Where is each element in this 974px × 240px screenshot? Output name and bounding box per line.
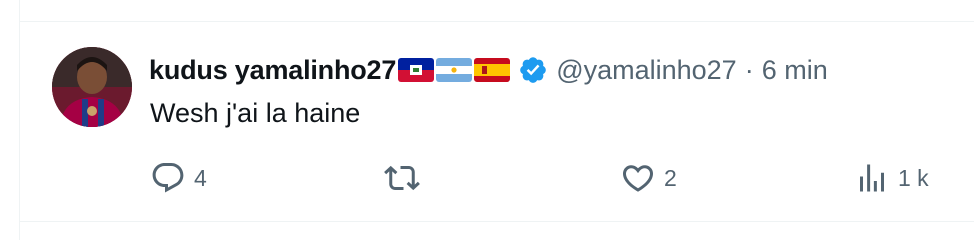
verified-badge-icon[interactable] (518, 55, 548, 85)
action-bar: 4 2 1 k (150, 160, 940, 196)
views-icon (860, 164, 884, 192)
like-button[interactable]: 2 (620, 160, 677, 196)
separator-dot: · (744, 54, 754, 85)
avatar[interactable] (52, 47, 132, 127)
views-button[interactable]: 1 k (854, 160, 929, 196)
retweet-button[interactable] (384, 160, 428, 196)
reply-icon (152, 163, 184, 193)
reply-button[interactable]: 4 (150, 160, 207, 196)
user-handle[interactable]: @yamalinho27 (556, 55, 737, 86)
like-count: 2 (664, 164, 677, 191)
bottom-divider (20, 221, 974, 222)
timestamp[interactable]: 6 min (762, 55, 828, 86)
tweet-header: kudus yamalinho27 @yamalinho27 · 6 min (149, 52, 828, 88)
left-border (19, 0, 20, 240)
spain-flag-icon (474, 58, 511, 82)
top-divider (20, 21, 974, 22)
avatar-image (52, 47, 132, 127)
display-name[interactable]: kudus yamalinho27 (149, 55, 396, 86)
retweet-icon (384, 165, 420, 191)
tweet-text: Wesh j'ai la haine (150, 98, 361, 128)
heart-icon (622, 165, 654, 192)
argentina-flag-icon (436, 58, 473, 82)
haiti-flag-icon (398, 58, 435, 82)
reply-count: 4 (194, 164, 207, 191)
views-count: 1 k (898, 164, 929, 191)
